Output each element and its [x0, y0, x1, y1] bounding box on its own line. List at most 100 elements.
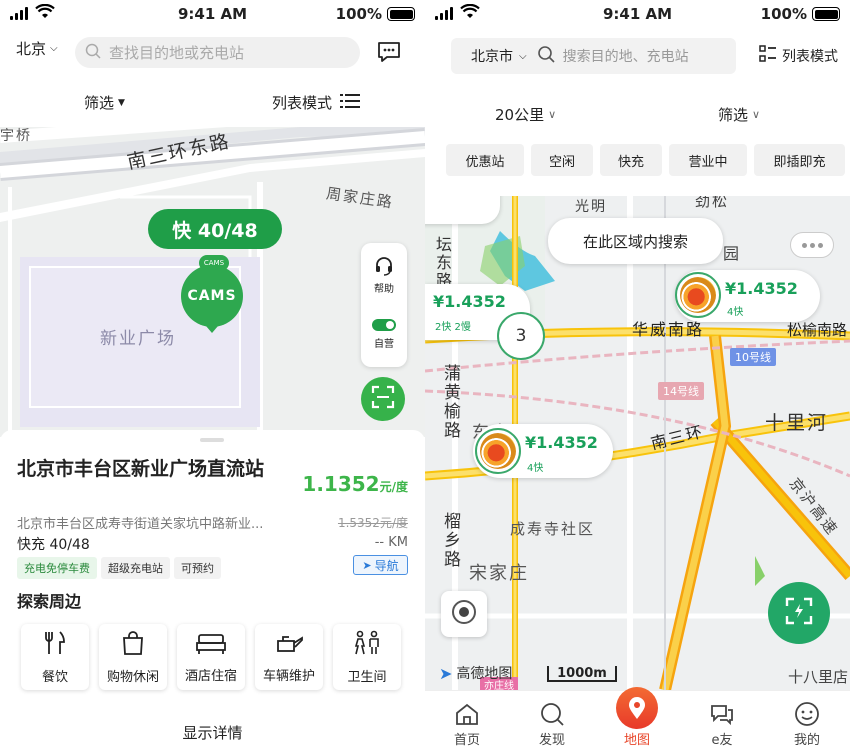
- service-dining[interactable]: 餐饮: [21, 624, 89, 690]
- service-restroom[interactable]: 卫生间: [333, 624, 401, 690]
- service-label: 卫生间: [347, 669, 387, 685]
- list-icon: [340, 93, 361, 113]
- tab-discover[interactable]: 发现: [522, 699, 582, 748]
- help-label: 帮助: [374, 284, 394, 295]
- scan-charge-button[interactable]: [768, 582, 830, 644]
- map-label-puhuangyu: 蒲黄榆路: [440, 364, 460, 440]
- map-label-chengshousi: 成寿寺社区: [510, 520, 596, 538]
- navigation-arrow-icon: ➤: [362, 558, 372, 572]
- smiley-profile-icon: [777, 699, 837, 729]
- help-button[interactable]: 帮助: [361, 255, 407, 295]
- friends-chat-icon: [692, 699, 752, 729]
- chevron-down-icon: ⌵: [519, 50, 527, 62]
- city-label[interactable]: 北京市: [471, 46, 513, 66]
- map-label-liuxiang: 榴乡路: [440, 512, 460, 569]
- chip-idle[interactable]: 空闲: [531, 144, 593, 176]
- right-map[interactable]: 坛东路 光明 劲松 园 华威南路 松榆南路 10号线 14号线 蒲黄榆路 东庄 …: [425, 196, 850, 690]
- price-value: 1.1352: [302, 472, 380, 496]
- price-unit: 元/度: [379, 480, 408, 494]
- map-scale: 1000m: [547, 666, 617, 682]
- scan-icon: [784, 596, 814, 630]
- station-logo-icon: [675, 272, 721, 318]
- caret-down-icon: ▼: [118, 97, 125, 108]
- home-icon: [437, 699, 497, 729]
- map-label-jinsong: 劲松: [695, 196, 730, 210]
- tab-label: 首页: [453, 733, 480, 748]
- list-mode-button[interactable]: 列表模式: [759, 45, 838, 67]
- station-marker[interactable]: CAMS: [181, 265, 243, 327]
- station-detail-sheet: 北京市丰台区新业广场直流站 1.1352元/度 北京市丰台区成寿寺街道关家坑中路…: [0, 430, 425, 754]
- map-label-shibalidian: 十八里店: [788, 668, 849, 686]
- station-address: 北京市丰台区成寿寺街道关家坑中路新业...: [17, 517, 264, 532]
- city-selector[interactable]: 北京 ⌵: [16, 38, 58, 59]
- chip-discount[interactable]: 优惠站: [446, 144, 524, 176]
- bottom-tab-bar: 首页 发现 地图 e友 我的: [425, 687, 850, 754]
- chip-fast[interactable]: 快充: [600, 144, 662, 176]
- more-options-button[interactable]: [790, 232, 834, 258]
- chip-label: 营业中: [688, 154, 728, 170]
- station-logo-icon: [475, 428, 521, 474]
- metro-line-14: 14号线: [658, 382, 704, 400]
- station-distance: -- KM: [374, 535, 408, 550]
- service-label: 车辆维护: [262, 668, 315, 684]
- battery-icon: [387, 7, 415, 21]
- map-label-songjiazhuang: 宋家庄: [469, 563, 529, 584]
- map-brand: ➤ 高德地图: [439, 663, 512, 683]
- cluster-marker[interactable]: 3: [497, 312, 545, 360]
- marker-sub: 2快 2慢: [435, 322, 471, 333]
- service-hotel[interactable]: 酒店住宿: [177, 624, 245, 690]
- scan-icon: [371, 385, 395, 413]
- list-grid-icon: [759, 45, 777, 67]
- chevron-down-icon: ∨: [752, 108, 761, 121]
- location-target-icon: [450, 598, 478, 630]
- chip-open[interactable]: 营业中: [669, 144, 747, 176]
- search-bar[interactable]: 北京市 ⌵ 搜索目的地、充电站: [451, 38, 736, 74]
- filter-dropdown[interactable]: 筛选 ∨: [718, 104, 760, 125]
- show-details-button[interactable]: 显示详情: [0, 722, 425, 743]
- bed-icon: [196, 631, 226, 659]
- scan-button[interactable]: [361, 377, 405, 421]
- list-mode-label: 列表模式: [782, 49, 838, 65]
- search-area-label: 在此区域内搜索: [582, 232, 688, 251]
- tab-profile[interactable]: 我的: [777, 699, 837, 748]
- service-label: 购物休闲: [106, 669, 159, 685]
- marker-price: ¥1.4352: [525, 433, 598, 452]
- search-this-area-button[interactable]: 在此区域内搜索: [548, 218, 723, 264]
- left-map[interactable]: 宇桥 南三环东路 周家庄路 新业广场 快 40/48 CAMS CAMS 帮助 …: [0, 127, 425, 437]
- list-mode-label: 列表模式: [272, 94, 333, 112]
- locate-button[interactable]: [441, 591, 487, 637]
- filter-label: 筛选: [84, 94, 115, 112]
- list-mode-button[interactable]: 列表模式: [272, 92, 361, 113]
- distance-label: 20公里: [495, 106, 545, 124]
- filter-button[interactable]: 筛选 ▼: [84, 92, 125, 113]
- marker-sub: 4快: [727, 307, 744, 318]
- tab-home[interactable]: 首页: [437, 699, 497, 748]
- message-icon[interactable]: [376, 40, 402, 68]
- map-label-park: 园: [723, 244, 742, 263]
- self-operated-toggle[interactable]: 自营: [361, 319, 407, 350]
- battery-indicator: 100%: [761, 5, 840, 23]
- marker-price: ¥1.4352: [433, 292, 506, 311]
- drag-handle[interactable]: [200, 438, 224, 442]
- discover-icon: [522, 699, 582, 729]
- marker-sub: 4快: [527, 463, 544, 474]
- tab-friends[interactable]: e友: [692, 699, 752, 748]
- service-maintenance[interactable]: 车辆维护: [255, 624, 323, 690]
- navigate-label: 导航: [374, 558, 399, 573]
- map-pin-icon: [607, 687, 667, 729]
- battery-percent: 100%: [335, 5, 382, 23]
- chevron-down-icon: ∨: [548, 108, 557, 121]
- station-count-bubble[interactable]: 快 40/48: [148, 209, 282, 249]
- distance-dropdown[interactable]: 20公里 ∨: [495, 104, 556, 125]
- partial-marker-top[interactable]: [425, 196, 500, 224]
- navigate-button[interactable]: ➤ 导航: [353, 555, 408, 575]
- station-price: 1.1352元/度: [302, 472, 408, 496]
- search-input[interactable]: 查找目的地或充电站: [75, 37, 360, 68]
- tab-map[interactable]: 地图: [607, 687, 667, 748]
- service-shopping[interactable]: 购物休闲: [99, 624, 167, 690]
- chip-plug-charge[interactable]: 即插即充: [754, 144, 845, 176]
- chip-label: 优惠站: [465, 154, 505, 170]
- map-scale-label: 1000m: [557, 666, 607, 681]
- tab-label: 发现: [538, 733, 565, 748]
- left-screen: 9:41 AM 100% 北京 ⌵ 查找目的地或充电站 筛选 ▼ 列表模式 宇桥…: [0, 0, 425, 754]
